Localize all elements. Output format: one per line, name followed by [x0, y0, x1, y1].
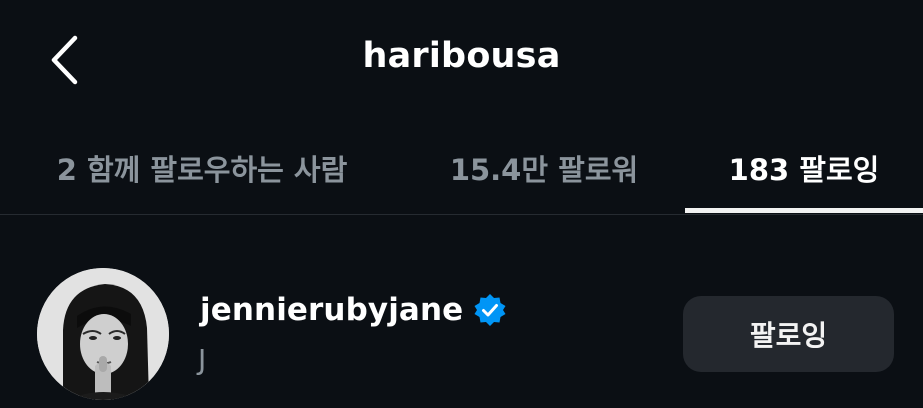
full-name: J [198, 343, 207, 376]
following-button[interactable]: 팔로잉 [683, 296, 894, 372]
tab-mutual-followers[interactable]: 2 함께 팔로우하는 사람 [0, 122, 404, 214]
active-tab-indicator [685, 208, 923, 213]
page-title: haribousa [362, 36, 561, 76]
username[interactable]: jennierubyjane [200, 292, 463, 328]
list-item[interactable]: jennierubyjane J 팔로잉 [0, 268, 923, 400]
tab-following[interactable]: 183 팔로잉 [685, 122, 923, 214]
tab-followers[interactable]: 15.4만 팔로워 [404, 122, 684, 214]
follow-tabs: 2 함께 팔로우하는 사람 15.4만 팔로워 183 팔로잉 [0, 122, 923, 215]
top-header: haribousa [0, 0, 923, 122]
verified-badge-icon [474, 294, 506, 326]
avatar[interactable] [37, 268, 169, 400]
username-line: jennierubyjane [200, 292, 507, 328]
following-list: jennierubyjane J 팔로잉 [0, 214, 923, 408]
